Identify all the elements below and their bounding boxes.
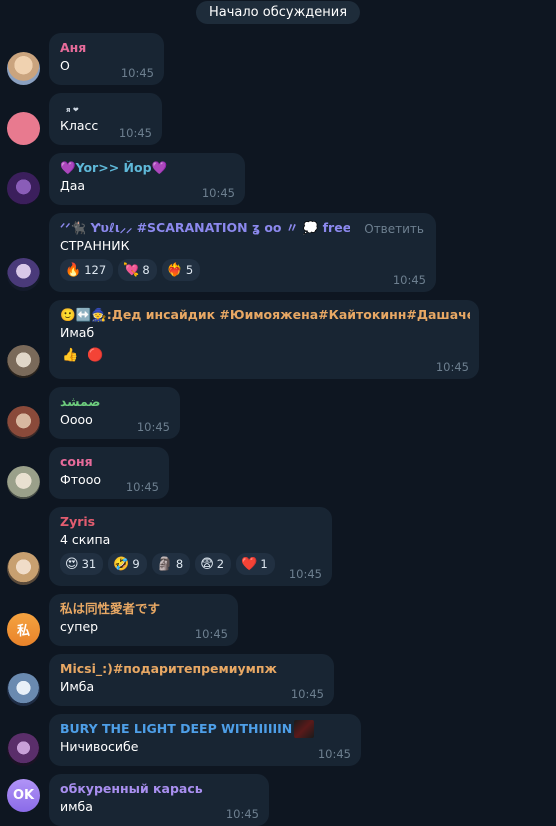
message-bubble[interactable]: ضمشد Оооо 10:45: [49, 387, 180, 439]
reaction-thumbs-up[interactable]: 👍: [60, 346, 80, 364]
avatar[interactable]: [7, 258, 40, 291]
avatar[interactable]: [7, 172, 40, 205]
reaction-heart-eyes[interactable]: 😍 31: [60, 553, 104, 575]
reaction-count: 31: [81, 557, 97, 571]
message-bubble[interactable]: Аня О 10:45: [49, 33, 164, 85]
reaction-red-circle[interactable]: 🔴: [85, 346, 105, 364]
reaction-heart-fire[interactable]: ❤️‍🔥 5: [161, 259, 201, 281]
sender-name[interactable]: Zyris: [60, 513, 322, 531]
sender-name[interactable]: ᐟᐟ🐈‍⬛ Ƴυℓι⸝⸝ #SCARANATION ʓ oo 〃 💭 free …: [60, 219, 350, 237]
sender-name[interactable]: обкуренный карась: [60, 780, 259, 798]
discussion-start-label: Начало обсуждения: [195, 1, 361, 24]
message-time: 10:45: [290, 687, 324, 701]
avatar[interactable]: [7, 406, 40, 439]
message-time: 10:45: [201, 186, 235, 200]
message-bubble[interactable]: 🙂↔️🧙:Дед инсайдик #Юимояжена#Кайтокинн#Д…: [49, 300, 479, 379]
message-bubble[interactable]: BURY THE LIGHT DEEP WITHIIIIIN Ничивосиб…: [49, 714, 361, 766]
reaction-fearful[interactable]: 😨 2: [195, 553, 232, 575]
message-time: 10:45: [120, 66, 154, 80]
fire-icon: 🔥: [65, 262, 82, 278]
avatar[interactable]: 私: [7, 613, 40, 646]
message-text: Имба: [60, 679, 95, 694]
sender-name[interactable]: 💜Yor>> Йор💜: [60, 159, 235, 177]
thumbs-up-icon: 👍: [62, 347, 79, 363]
message-time: 10:45: [225, 807, 259, 821]
reaction-count: 127: [84, 263, 107, 277]
message-time: 10:45: [118, 126, 152, 140]
avatar[interactable]: [7, 466, 40, 499]
message-bubble[interactable]: Micsi_:)#подаритепремиумпж Имба 10:45: [49, 654, 334, 706]
message-bubble[interactable]: соня Фтооо 10:45: [49, 447, 169, 499]
reactions: 🔥 127 💘 8 ❤️‍🔥 5: [60, 259, 426, 281]
sender-name[interactable]: 🙂↔️🧙:Дед инсайдик #Юимояжена#Кайтокинн#Д…: [60, 306, 470, 324]
message-text: 4 скипа: [60, 532, 111, 547]
avatar[interactable]: [7, 112, 40, 145]
avatar[interactable]: [7, 552, 40, 585]
avatar[interactable]: [7, 673, 40, 706]
sender-name[interactable]: BURY THE LIGHT DEEP WITHIIIIIN: [60, 720, 351, 738]
reaction-heart[interactable]: ❤️ 1: [236, 553, 275, 575]
message-time: 10:45: [194, 627, 228, 641]
sender-name[interactable]: 私は同性愛者です: [60, 600, 228, 618]
heart-arrow-icon: 💘: [123, 262, 140, 278]
message-time: 10:45: [435, 360, 469, 374]
heart-on-fire-icon: ❤️‍🔥: [166, 262, 183, 278]
message-time: 10:45: [288, 567, 322, 581]
reaction-count: 8: [142, 263, 150, 277]
sender-name[interactable]: я ❤: [60, 99, 152, 117]
sender-name-sticker: я ❤: [66, 106, 79, 114]
avatar[interactable]: [7, 733, 40, 766]
reactions: 😍 31 🤣 9 🗿 8 😨 2 ❤️ 1: [60, 553, 322, 575]
message-time: 10:45: [392, 273, 426, 287]
rofl-icon: 🤣: [113, 556, 130, 572]
heart-icon: ❤️: [241, 556, 258, 572]
avatar-initials: 私: [16, 624, 30, 639]
moai-icon: 🗿: [156, 556, 173, 572]
message-bubble[interactable]: 💜Yor>> Йор💜 Даа 10:45: [49, 153, 245, 205]
heart-eyes-icon: 😍: [65, 556, 79, 572]
reaction-fire[interactable]: 🔥 127: [60, 259, 114, 281]
reaction-count: 5: [185, 263, 194, 277]
sender-name[interactable]: Micsi_:)#подаритепремиумпж: [60, 660, 324, 678]
reaction-moai[interactable]: 🗿 8: [151, 553, 191, 575]
message-time: 10:45: [317, 747, 351, 761]
message-bubble[interactable]: 私は同性愛者です супер 10:45: [49, 594, 238, 646]
reaction-count: 8: [175, 557, 184, 571]
sender-name[interactable]: соня: [60, 453, 159, 471]
reactions: 👍 🔴: [60, 346, 469, 364]
avatar[interactable]: [7, 52, 40, 85]
red-circle-icon: 🔴: [87, 347, 104, 363]
message-bubble[interactable]: обкуренный карась имба 10:45: [49, 774, 269, 826]
avatar-initials: OK: [12, 788, 35, 803]
reply-button[interactable]: Ответить: [364, 222, 424, 236]
message-text: Ничивосибе: [60, 739, 139, 754]
sticker-icon: [294, 720, 315, 738]
reaction-count: 1: [260, 557, 268, 571]
message-bubble[interactable]: я ❤ Класс 10:45: [49, 93, 162, 145]
reaction-count: 2: [216, 557, 225, 571]
sender-name-text: BURY THE LIGHT DEEP WITHIIIIIN: [60, 721, 293, 736]
sender-name[interactable]: Аня: [60, 39, 154, 57]
avatar[interactable]: OK: [7, 779, 40, 812]
message-time: 10:45: [125, 480, 159, 494]
message-text: СТРАННИК: [60, 238, 130, 253]
message-text: Имаб: [60, 325, 95, 340]
message-time: 10:45: [136, 420, 170, 434]
message-bubble[interactable]: ᐟᐟ🐈‍⬛ Ƴυℓι⸝⸝ #SCARANATION ʓ oo 〃 💭 free …: [49, 213, 436, 292]
fearful-icon: 😨: [200, 556, 214, 572]
message-bubble[interactable]: Zyris 4 скипа 😍 31 🤣 9 🗿 8 😨 2 ❤️ 1 10:45: [49, 507, 332, 586]
reaction-heart-arrow[interactable]: 💘 8: [118, 259, 157, 281]
sender-name[interactable]: ضمشد: [60, 393, 170, 411]
reaction-count: 9: [132, 557, 140, 571]
avatar[interactable]: [7, 345, 40, 378]
reaction-rofl[interactable]: 🤣 9: [108, 553, 147, 575]
